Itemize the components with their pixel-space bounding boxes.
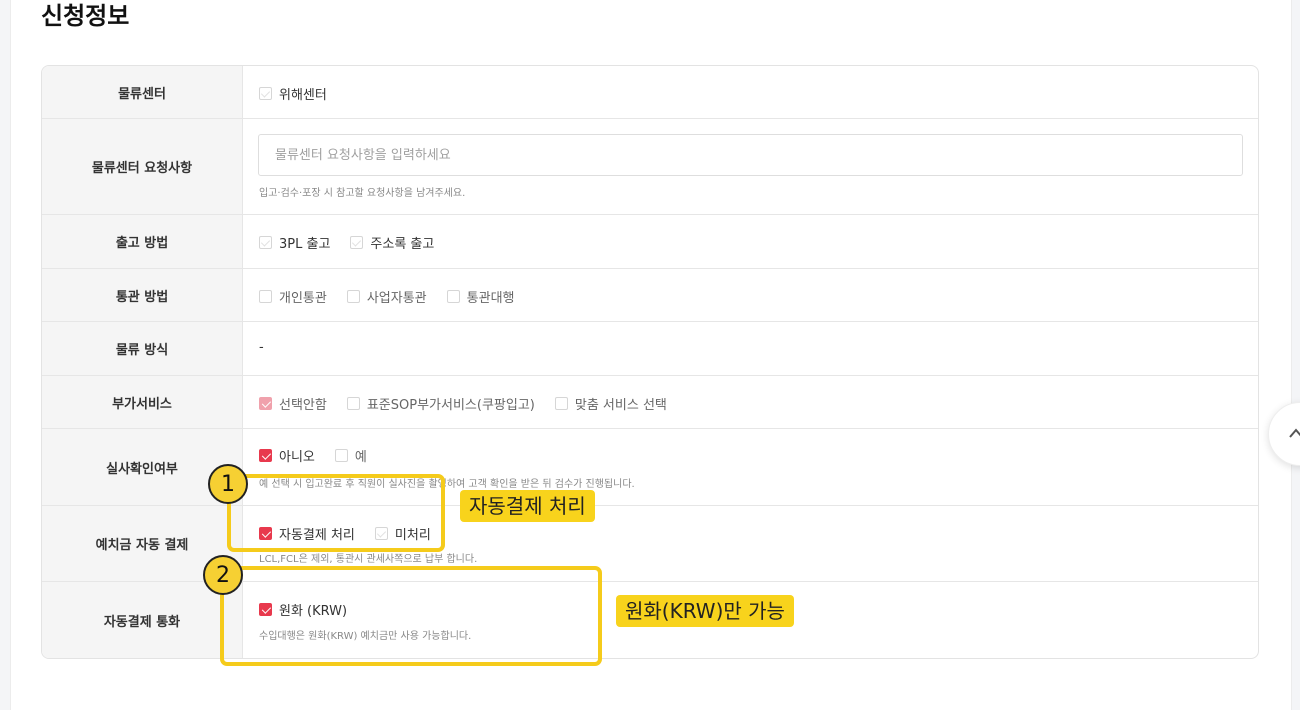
annotation-label-1: 자동결제 처리 xyxy=(460,490,595,522)
checkbox-label: 선택안함 xyxy=(279,398,327,413)
row-label: 물류센터 xyxy=(42,66,243,118)
checkbox-icon xyxy=(259,87,272,100)
row-label: 물류 방식 xyxy=(42,322,243,375)
checkbox-label: 주소록 출고 xyxy=(370,237,435,252)
center-request-helper: 입고·검수·포장 시 참고할 요청사항을 남겨주세요. xyxy=(259,188,466,199)
checkbox-icon xyxy=(554,397,568,410)
checkbox-label: 맞춤 서비스 선택 xyxy=(574,398,667,413)
row-label: 통관 방법 xyxy=(42,269,243,321)
checkbox-inspection-no[interactable]: 아니오 xyxy=(259,446,315,465)
row-customs-method: 통관 방법 개인통관 사업자통관 통관대행 xyxy=(42,269,1258,322)
checkbox-icon xyxy=(259,290,272,303)
row-label: 출고 방법 xyxy=(42,215,243,268)
checkbox-3pl-shipping[interactable]: 3PL 출고 xyxy=(259,233,330,252)
chevron-up-icon xyxy=(1289,428,1300,438)
checkbox-customs-agency[interactable]: 통관대행 xyxy=(446,287,515,306)
checkbox-label: 표준SOP부가서비스(쿠팡입고) xyxy=(366,398,535,413)
row-shipping-method: 출고 방법 3PL 출고 주소록 출고 xyxy=(42,215,1258,269)
annotation-box-2 xyxy=(220,566,602,666)
checkbox-icon xyxy=(446,290,460,303)
row-center-request: 물류센터 요청사항 입고·검수·포장 시 참고할 요청사항을 남겨주세요. xyxy=(42,119,1258,215)
checkbox-personal-customs[interactable]: 개인통관 xyxy=(259,287,327,306)
checkbox-label: 통관대행 xyxy=(466,291,515,306)
section-title: 신청정보 xyxy=(41,2,130,30)
row-label: 자동결제 통화 xyxy=(42,582,243,658)
checkbox-icon xyxy=(350,236,364,249)
center-request-input[interactable] xyxy=(258,134,1243,176)
checkbox-icon xyxy=(346,290,360,303)
row-extra-service: 부가서비스 선택안함 표준SOP부가서비스(쿠팡입고) 맞춤 서비스 선택 xyxy=(42,376,1258,429)
checkbox-no-selection[interactable]: 선택안함 xyxy=(259,394,327,413)
checkbox-address-book-shipping[interactable]: 주소록 출고 xyxy=(350,233,434,252)
checkbox-label: 위해센터 xyxy=(279,88,327,103)
row-logistics-center: 물류센터 위해센터 xyxy=(42,66,1258,119)
annotation-number-2: 2 xyxy=(203,555,243,595)
checkbox-icon xyxy=(259,397,272,410)
checkbox-weihai-center[interactable]: 위해센터 xyxy=(259,84,327,103)
checkbox-icon xyxy=(346,397,360,410)
checkbox-label: 아니오 xyxy=(279,450,315,465)
checkbox-standard-sop-service[interactable]: 표준SOP부가서비스(쿠팡입고) xyxy=(346,394,535,413)
annotation-number-1: 1 xyxy=(208,464,248,504)
row-label: 물류센터 요청사항 xyxy=(42,119,243,214)
annotation-box-1 xyxy=(227,474,445,552)
checkbox-label: 사업자통관 xyxy=(366,291,427,306)
checkbox-label: 개인통관 xyxy=(279,291,327,306)
checkbox-icon xyxy=(334,449,348,462)
checkbox-custom-service[interactable]: 맞춤 서비스 선택 xyxy=(554,394,667,413)
checkbox-business-customs[interactable]: 사업자통관 xyxy=(346,287,427,306)
checkbox-icon xyxy=(259,449,272,462)
deposit-auto-pay-helper: LCL,FCL은 제외, 통관시 관세사쪽으로 납부 합니다. xyxy=(259,554,478,565)
logistics-type-value: - xyxy=(259,340,264,355)
annotation-label-2: 원화(KRW)만 가능 xyxy=(616,595,794,627)
checkbox-label: 3PL 출고 xyxy=(279,237,331,252)
checkbox-icon xyxy=(259,236,272,249)
checkbox-inspection-yes[interactable]: 예 xyxy=(334,446,367,465)
checkbox-label: 예 xyxy=(354,450,367,465)
row-logistics-type: 물류 방식 - xyxy=(42,322,1258,376)
row-label: 부가서비스 xyxy=(42,376,243,428)
